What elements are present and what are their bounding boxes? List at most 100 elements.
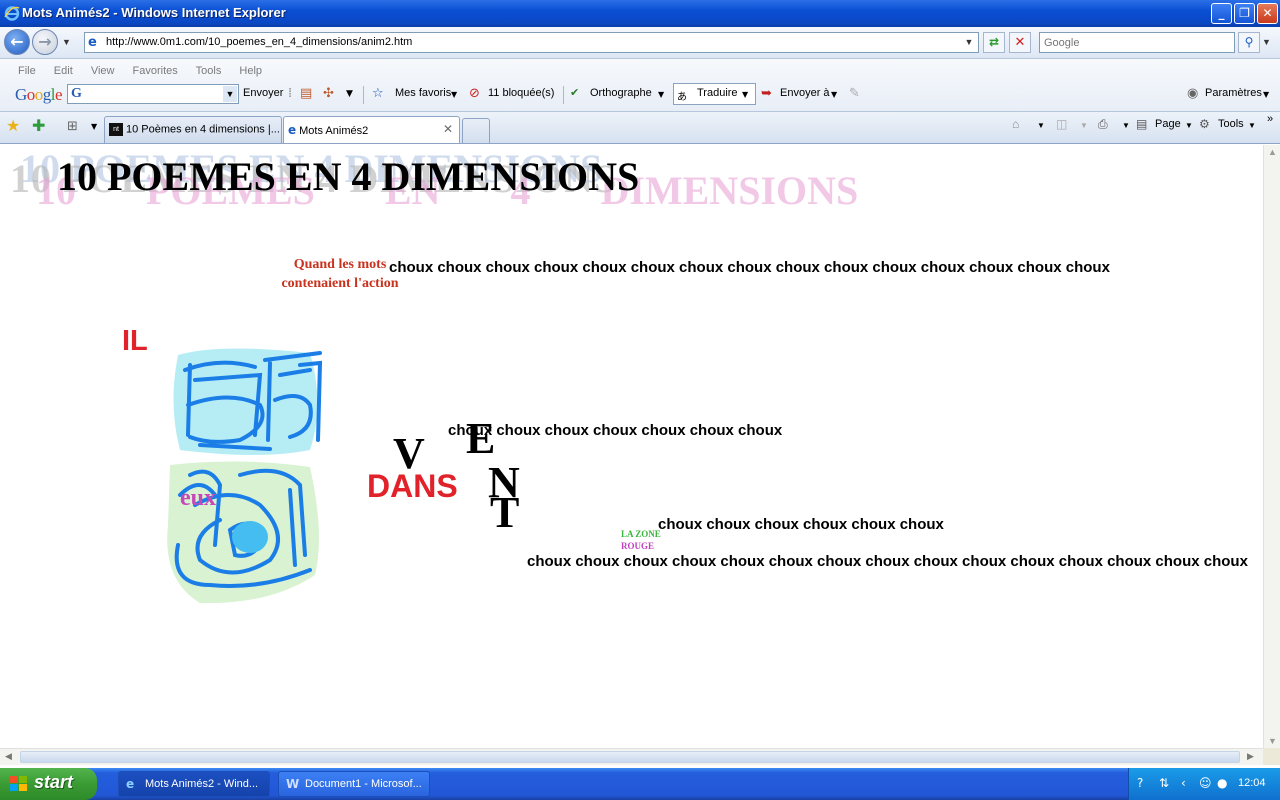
parametres-button[interactable]: Paramètres (1205, 87, 1262, 99)
google-search-field[interactable]: G ▼ (67, 84, 239, 104)
highlighter-icon[interactable]: ✎ (849, 86, 860, 101)
tab-list-dropdown-icon[interactable]: ▼ (91, 122, 97, 131)
forward-button[interactable]: → (32, 29, 58, 55)
taskbar-item-ie[interactable]: e Mots Animés2 - Wind... (118, 771, 270, 797)
messenger-tray-icon[interactable]: ☺ (1199, 776, 1212, 790)
scroll-right-icon[interactable]: ▶ (1247, 751, 1254, 762)
window-title: Mots Animés2 - Windows Internet Explorer (22, 5, 286, 20)
tools-dropdown-icon[interactable]: ▼ (1248, 121, 1256, 130)
print-dropdown-icon[interactable]: ▼ (1122, 121, 1130, 130)
toolbars: File Edit View Favorites Tools Help Goog… (0, 59, 1280, 112)
vertical-scrollbar[interactable]: ▲ ▼ (1263, 145, 1280, 748)
back-button[interactable]: ← (4, 29, 30, 55)
stop-button[interactable]: ✕ (1009, 32, 1031, 53)
mes-favoris-dropdown-icon[interactable]: ▼ (451, 90, 457, 99)
google-search-dropdown-icon[interactable]: ▼ (223, 86, 237, 102)
feeds-dropdown-icon[interactable]: ▼ (1080, 121, 1088, 130)
menu-edit[interactable]: Edit (54, 65, 73, 77)
popup-dropdown-icon[interactable]: ▼ (346, 89, 353, 99)
page-content: 10 POEMES EN 4 DIMENSIONS 10 POEMES EN 4… (0, 145, 1263, 748)
spellcheck-icon: ✔ (570, 86, 580, 99)
google-toolbar: Google G ▼ Envoyer ⁞ ▤ ✣ ▼ ☆ Mes favoris… (0, 83, 1280, 110)
menu-help[interactable]: Help (239, 65, 262, 77)
word-eux: eux (180, 485, 216, 511)
google-g-icon: G (71, 86, 82, 101)
scroll-down-icon[interactable]: ▼ (1266, 736, 1279, 746)
network-tray-icon[interactable]: ⇅ (1159, 776, 1169, 790)
page-menu-dropdown-icon[interactable]: ▼ (1185, 121, 1193, 130)
envoyer-a-dropdown-icon[interactable]: ▼ (831, 90, 837, 99)
globe-tray-icon[interactable]: ● (1217, 776, 1227, 790)
settings-icon: ◉ (1187, 86, 1199, 101)
tools-gear-icon: ⚙ (1199, 117, 1210, 131)
close-tab-icon[interactable]: ✕ (443, 122, 453, 136)
help-tray-icon[interactable]: ? (1137, 776, 1143, 790)
star-icon: ☆ (372, 86, 384, 101)
new-tab-button[interactable] (462, 118, 490, 143)
ie-task-icon: e (126, 777, 135, 791)
bookmark-icon[interactable]: ▤ (300, 86, 312, 101)
menu-tools[interactable]: Tools (196, 65, 222, 77)
task-label: Document1 - Microsof... (305, 778, 422, 790)
page-menu-button[interactable]: Page (1155, 118, 1181, 130)
window-titlebar: Mots Animés2 - Windows Internet Explorer… (0, 0, 1280, 27)
address-dropdown-icon[interactable]: ▼ (962, 35, 976, 50)
google-logo[interactable]: Google (15, 85, 63, 105)
clock: 12:04 (1238, 777, 1266, 789)
traduire-dropdown-icon[interactable]: ▼ (742, 90, 748, 99)
menu-file[interactable]: File (18, 65, 36, 77)
add-favorites-icon[interactable]: ✚ (32, 116, 45, 135)
google-envoyer-button[interactable]: Envoyer (243, 87, 283, 99)
parametres-dropdown-icon[interactable]: ▼ (1263, 90, 1269, 99)
quick-tabs-icon[interactable]: ⊞ (67, 119, 78, 134)
minimize-button[interactable]: _ (1211, 3, 1232, 24)
maximize-button[interactable]: ❐ (1234, 3, 1255, 24)
search-options-icon[interactable]: ▼ (1262, 37, 1271, 47)
popup-blocked-count[interactable]: 11 bloquée(s) (488, 87, 554, 99)
envoyer-a-button[interactable]: Envoyer à (780, 87, 830, 99)
send-icon: ➥ (761, 86, 772, 101)
menu-view[interactable]: View (91, 65, 115, 77)
close-window-button[interactable]: ✕ (1257, 3, 1278, 24)
address-bar[interactable]: e http://www.0m1.com/10_poemes_en_4_dime… (84, 32, 979, 53)
choux-line-4: choux choux choux choux choux choux chou… (527, 553, 1248, 570)
popup-icon[interactable]: ✣ (323, 86, 334, 101)
menu-favorites[interactable]: Favorites (133, 65, 178, 77)
traduire-button[interactable]: Traduire (697, 87, 738, 99)
home-dropdown-icon[interactable]: ▼ (1037, 121, 1045, 130)
orthographe-button[interactable]: Orthographe (590, 87, 652, 99)
start-label: start (34, 772, 74, 792)
history-dropdown-icon[interactable]: ▼ (62, 37, 71, 47)
search-button[interactable]: ⚲ (1238, 32, 1260, 53)
search-input[interactable] (1040, 33, 1234, 52)
scroll-up-icon[interactable]: ▲ (1266, 147, 1279, 157)
system-tray: ? ⇅ ‹ ☺ ● 12:04 (1128, 768, 1280, 800)
start-button[interactable]: start (0, 768, 97, 800)
horizontal-scroll-thumb[interactable] (20, 751, 1240, 763)
print-icon[interactable]: ⎙ (1098, 117, 1108, 132)
home-icon[interactable]: ⌂ (1012, 117, 1019, 131)
refresh-button[interactable]: ⇄ (983, 32, 1005, 53)
arrow-tray-icon[interactable]: ‹ (1181, 776, 1186, 790)
mes-favoris-button[interactable]: Mes favoris (395, 87, 451, 99)
word-dans: DANS (367, 468, 458, 504)
tab-mots-animes2[interactable]: e Mots Animés2 ✕ (283, 116, 460, 143)
zone-label-green: LA ZONE (621, 529, 661, 539)
orthographe-dropdown-icon[interactable]: ▼ (658, 90, 664, 99)
search-box[interactable] (1039, 32, 1235, 53)
tab-label: 10 Poèmes en 4 dimensions |... (126, 123, 280, 136)
tools-menu-button[interactable]: Tools (1218, 118, 1244, 130)
horizontal-scrollbar[interactable]: ◀ ▶ (0, 748, 1263, 765)
address-url[interactable]: http://www.0m1.com/10_poemes_en_4_dimens… (106, 36, 412, 48)
tab-10-poemes[interactable]: nt 10 Poèmes en 4 dimensions |... (104, 116, 282, 143)
popup-blocker-icon: ⊘ (469, 86, 480, 101)
taskbar-item-word[interactable]: W Document1 - Microsof... (278, 771, 430, 797)
scroll-left-icon[interactable]: ◀ (5, 751, 12, 762)
feeds-icon[interactable]: ◫ (1056, 117, 1067, 131)
word-il: IL (122, 325, 148, 357)
more-chevron-icon[interactable]: » (1267, 113, 1273, 125)
ie-page-icon: e (288, 123, 297, 137)
word-task-icon: W (286, 777, 300, 791)
translate-icon: あ (677, 92, 687, 103)
favorites-center-icon[interactable]: ★ (6, 116, 20, 135)
